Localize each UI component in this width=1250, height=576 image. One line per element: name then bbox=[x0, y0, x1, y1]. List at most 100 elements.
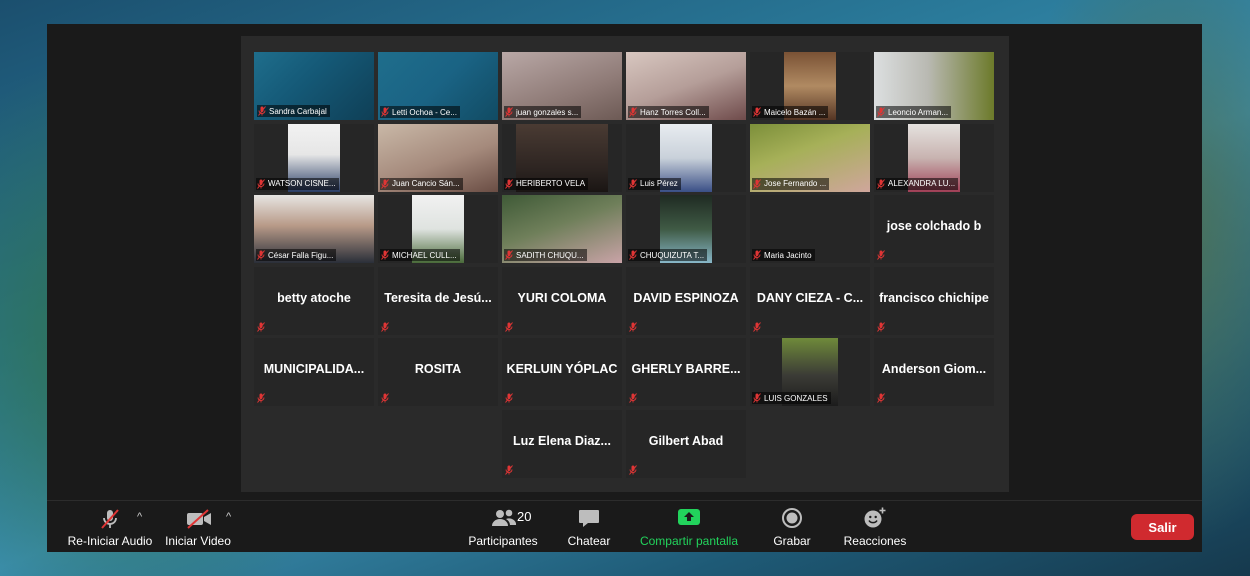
participant-name: DANY CIEZA - C... bbox=[756, 290, 864, 305]
participant-tile[interactable]: Maria Jacinto bbox=[750, 195, 870, 263]
participant-caption-label: MICHAEL CULL... bbox=[392, 250, 457, 260]
participant-tile[interactable]: betty atoche bbox=[254, 266, 374, 335]
participant-tile[interactable]: MICHAEL CULL... bbox=[378, 195, 498, 263]
muted-microphone-icon bbox=[629, 250, 637, 260]
participant-tile[interactable]: LUIS GONZALES bbox=[750, 338, 870, 406]
participant-tile[interactable]: César Falla Figu... bbox=[254, 195, 374, 263]
muted-microphone-icon bbox=[381, 321, 389, 332]
muted-microphone-icon bbox=[629, 464, 637, 475]
participant-tile[interactable]: Luz Elena Diaz... bbox=[502, 409, 622, 478]
participant-tile[interactable]: ROSITA bbox=[378, 338, 498, 406]
participant-name: GHERLY BARRE... bbox=[631, 362, 741, 376]
record-button[interactable]: Grabar bbox=[767, 501, 817, 552]
participant-caption: Luis Pérez bbox=[628, 177, 681, 190]
muted-microphone-icon bbox=[629, 178, 637, 189]
muted-microphone-icon bbox=[877, 321, 885, 332]
muted-microphone-icon bbox=[505, 250, 513, 260]
participant-caption: CHUQUIZUTA T... bbox=[628, 249, 708, 261]
meeting-toolbar: Re-Iniciar Audio ^ Iniciar Video ^ Parti… bbox=[47, 500, 1202, 552]
participant-name: ROSITA bbox=[414, 362, 462, 376]
participant-tile[interactable]: Hanz Torres Coll... bbox=[626, 52, 746, 120]
participant-caption-label: Maicelo Bazán ... bbox=[764, 107, 826, 117]
muted-microphone-icon bbox=[258, 106, 266, 116]
participant-caption-label: Sandra Carbajal bbox=[269, 106, 327, 116]
participant-name: YURI COLOMA bbox=[517, 290, 607, 305]
participant-tile[interactable]: YURI COLOMA bbox=[502, 266, 622, 335]
participant-tile[interactable]: Letti Ochoa - Ce... bbox=[378, 52, 498, 120]
participant-tile[interactable]: SADITH CHUQU... bbox=[502, 195, 622, 263]
muted-microphone-icon bbox=[629, 321, 637, 332]
participant-caption-label: Luis Pérez bbox=[640, 179, 678, 188]
muted-microphone-icon bbox=[877, 178, 885, 189]
participant-name: Anderson Giom... bbox=[881, 362, 987, 376]
participant-tile[interactable]: Gilbert Abad bbox=[626, 409, 746, 478]
muted-microphone-icon bbox=[753, 178, 761, 189]
participant-caption: SADITH CHUQU... bbox=[504, 249, 587, 261]
participant-caption: MICHAEL CULL... bbox=[380, 249, 460, 261]
participant-caption: César Falla Figu... bbox=[256, 249, 337, 261]
participant-tile[interactable]: DAVID ESPINOZA bbox=[626, 266, 746, 335]
participant-tile[interactable]: Juan Cancio Sán... bbox=[378, 123, 498, 192]
participant-caption-label: Letti Ochoa - Ce... bbox=[392, 107, 457, 117]
participant-tile[interactable]: KERLUIN YÓPLAC bbox=[502, 338, 622, 406]
participants-label: Participantes bbox=[468, 534, 538, 548]
participant-caption: Letti Ochoa - Ce... bbox=[380, 106, 460, 118]
audio-label: Re-Iniciar Audio bbox=[67, 534, 153, 548]
muted-microphone-icon bbox=[381, 178, 389, 189]
participant-tile[interactable]: WATSON CISNE... bbox=[254, 123, 374, 192]
participant-caption: Maria Jacinto bbox=[752, 249, 815, 261]
record-icon bbox=[782, 508, 802, 528]
leave-meeting-button[interactable]: Salir bbox=[1131, 514, 1194, 540]
participant-tile[interactable]: Luis Pérez bbox=[626, 123, 746, 192]
participant-tile[interactable]: ALEXANDRA LU... bbox=[874, 123, 994, 192]
reactions-button[interactable]: Reacciones bbox=[837, 501, 913, 552]
participant-tile[interactable]: MUNICIPALIDA... bbox=[254, 338, 374, 406]
participant-caption-label: Juan Cancio Sán... bbox=[392, 179, 460, 188]
gallery-view: Sandra Carbajal Letti Ochoa - Ce... juan g… bbox=[241, 36, 1009, 492]
participant-tile[interactable]: francisco chichipe bbox=[874, 266, 994, 335]
participant-caption: Juan Cancio Sán... bbox=[380, 177, 463, 190]
muted-microphone-icon bbox=[629, 107, 637, 117]
participant-tile[interactable]: CHUQUIZUTA T... bbox=[626, 195, 746, 263]
participant-tile[interactable]: DANY CIEZA - C... bbox=[750, 266, 870, 335]
participant-tile[interactable]: Teresita de Jesú... bbox=[378, 266, 498, 335]
participant-caption-label: WATSON CISNE... bbox=[268, 179, 336, 188]
participant-caption: Sandra Carbajal bbox=[257, 105, 330, 117]
muted-microphone-icon bbox=[257, 178, 265, 189]
muted-microphone-icon bbox=[877, 107, 885, 117]
participant-tile[interactable]: GHERLY BARRE... bbox=[626, 338, 746, 406]
participant-caption: Hanz Torres Coll... bbox=[628, 106, 709, 118]
muted-microphone-icon bbox=[753, 321, 761, 332]
muted-microphone-icon bbox=[505, 107, 513, 117]
unmute-audio-button[interactable]: Re-Iniciar Audio bbox=[56, 501, 164, 552]
participant-caption-label: ALEXANDRA LU... bbox=[888, 179, 956, 188]
participant-tile[interactable]: Jose Fernando ... bbox=[750, 123, 870, 192]
muted-microphone-icon bbox=[877, 393, 885, 403]
chat-button[interactable]: Chatear bbox=[561, 501, 617, 552]
start-video-button[interactable]: Iniciar Video bbox=[159, 501, 237, 552]
participant-caption: juan gonzales s... bbox=[504, 106, 582, 118]
participant-name: Teresita de Jesú... bbox=[384, 290, 492, 305]
participant-tile[interactable]: Anderson Giom... bbox=[874, 338, 994, 406]
share-screen-icon bbox=[678, 509, 700, 525]
participant-tile[interactable]: Leoncio Arman... bbox=[874, 52, 994, 120]
muted-microphone-icon bbox=[753, 393, 761, 403]
participant-caption-label: Jose Fernando ... bbox=[764, 179, 827, 188]
add-reaction-icon bbox=[864, 507, 886, 528]
participant-tile[interactable]: jose colchado b bbox=[874, 195, 994, 263]
participant-caption-label: CHUQUIZUTA T... bbox=[640, 250, 705, 260]
chat-label: Chatear bbox=[567, 534, 611, 548]
participant-caption: Leoncio Arman... bbox=[876, 106, 952, 118]
share-screen-button[interactable]: Compartir pantalla bbox=[633, 501, 745, 552]
participant-tile[interactable]: juan gonzales s... bbox=[502, 52, 622, 120]
participant-tile[interactable]: HERIBERTO VELA bbox=[502, 123, 622, 192]
muted-microphone-icon bbox=[753, 250, 761, 260]
audio-options-chevron-up-icon[interactable]: ^ bbox=[137, 511, 142, 523]
participant-name: Luz Elena Diaz... bbox=[513, 433, 611, 448]
participant-tile[interactable]: Sandra Carbajal bbox=[254, 52, 374, 120]
chat-bubble-icon bbox=[579, 510, 599, 527]
video-options-chevron-up-icon[interactable]: ^ bbox=[226, 511, 231, 523]
muted-microphone-icon bbox=[381, 250, 389, 260]
participant-tile[interactable]: Maicelo Bazán ... bbox=[750, 52, 870, 120]
participant-caption-label: Maria Jacinto bbox=[764, 250, 812, 260]
